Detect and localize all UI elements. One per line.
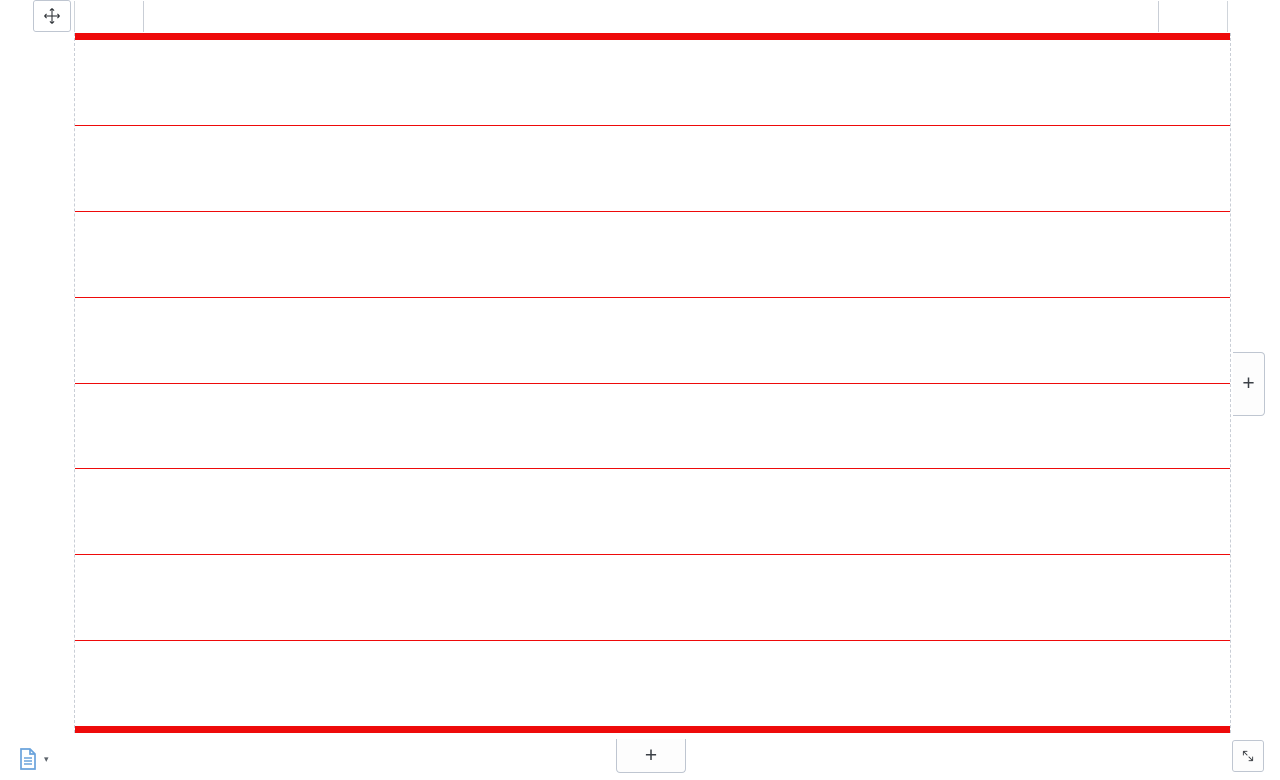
add-row-button[interactable]: + xyxy=(616,739,686,773)
chevron-down-icon: ▾ xyxy=(44,754,49,765)
table-row[interactable] xyxy=(75,469,1230,555)
table-row[interactable] xyxy=(75,384,1230,470)
move-arrows-icon xyxy=(42,6,62,26)
table-selection[interactable] xyxy=(74,33,1231,733)
table-row[interactable] xyxy=(75,555,1230,641)
table-row[interactable] xyxy=(75,298,1230,384)
move-handle[interactable] xyxy=(33,0,71,32)
plus-icon: + xyxy=(1242,372,1254,396)
resize-handle[interactable] xyxy=(1232,740,1264,772)
pages-button[interactable]: ▾ xyxy=(18,747,49,771)
diagonal-arrows-icon xyxy=(1240,748,1256,764)
column-ruler[interactable] xyxy=(74,1,1228,32)
table-rows xyxy=(75,40,1230,726)
ruler-tick xyxy=(1158,1,1159,32)
table-row[interactable] xyxy=(75,126,1230,212)
table-row[interactable] xyxy=(75,40,1230,126)
selection-top-border xyxy=(75,33,1230,40)
table-row[interactable] xyxy=(75,212,1230,298)
document-icon xyxy=(18,747,38,771)
ruler-tick xyxy=(143,1,144,32)
selection-bottom-border xyxy=(75,726,1230,733)
table-row[interactable] xyxy=(75,641,1230,726)
plus-icon: + xyxy=(645,744,657,768)
add-column-button[interactable]: + xyxy=(1233,352,1265,416)
